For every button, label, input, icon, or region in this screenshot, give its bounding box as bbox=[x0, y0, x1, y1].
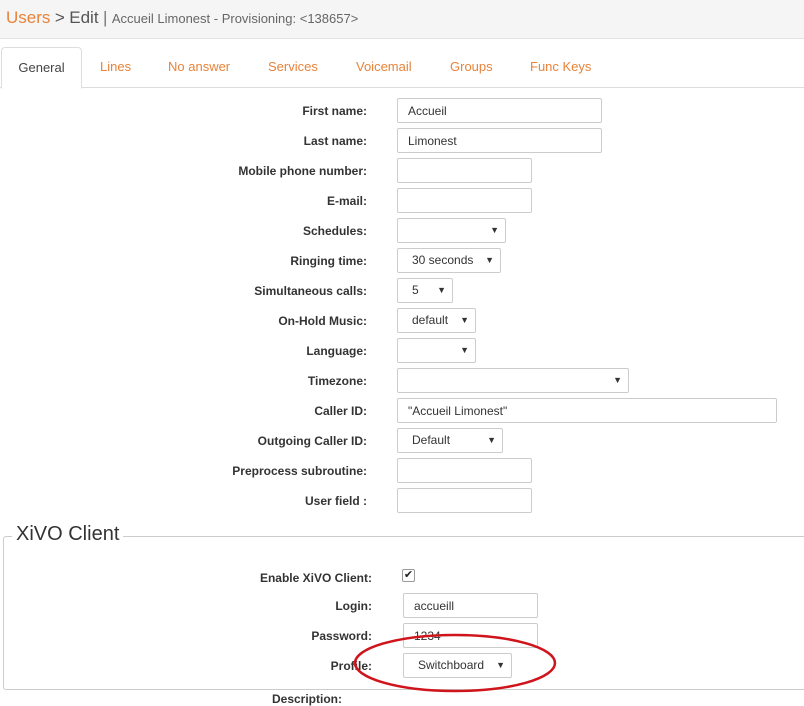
page-subtitle: Accueil Limonest - Provisioning: <138657… bbox=[111, 11, 359, 26]
ringing-time-label: Ringing time: bbox=[290, 254, 367, 268]
email-label: E-mail: bbox=[326, 194, 367, 208]
dropdown-caret-icon: ▼ bbox=[460, 315, 469, 325]
last-name-input[interactable] bbox=[397, 128, 602, 153]
mobile-input[interactable] bbox=[397, 158, 532, 183]
simultaneous-calls-value: 5 bbox=[412, 283, 419, 297]
first-name-label: First name: bbox=[302, 104, 367, 118]
tab-services[interactable]: Services bbox=[268, 47, 318, 88]
dropdown-caret-icon: ▼ bbox=[460, 345, 469, 355]
description-label: Description: bbox=[271, 692, 342, 706]
enable-client-checkbox[interactable]: ✔ bbox=[402, 569, 415, 582]
user-field-input[interactable] bbox=[397, 488, 532, 513]
dropdown-caret-icon: ▼ bbox=[490, 225, 499, 235]
breadcrumb-users-link[interactable]: Users bbox=[6, 8, 50, 27]
breadcrumb-pipe: | bbox=[103, 8, 108, 27]
tab-voicemail[interactable]: Voicemail bbox=[356, 47, 412, 88]
language-label: Language: bbox=[306, 344, 367, 358]
last-name-label: Last name: bbox=[303, 134, 367, 148]
language-select[interactable]: ▼ bbox=[397, 338, 476, 363]
preprocess-label: Preprocess subroutine: bbox=[232, 464, 367, 478]
checkmark-icon: ✔ bbox=[403, 569, 414, 581]
preprocess-input[interactable] bbox=[397, 458, 532, 483]
schedules-label: Schedules: bbox=[302, 224, 367, 238]
page-header: Users > Edit | Accueil Limonest - Provis… bbox=[0, 0, 804, 39]
schedules-select[interactable]: ▼ bbox=[397, 218, 506, 243]
mobile-label: Mobile phone number: bbox=[238, 164, 367, 178]
enable-client-label: Enable XiVO Client: bbox=[259, 571, 372, 585]
password-input[interactable] bbox=[403, 623, 538, 648]
dropdown-caret-icon: ▼ bbox=[437, 285, 446, 295]
outgoing-caller-id-select[interactable]: Default ▼ bbox=[397, 428, 503, 453]
timezone-label: Timezone: bbox=[307, 374, 367, 388]
dropdown-caret-icon: ▼ bbox=[613, 375, 622, 385]
simultaneous-calls-select[interactable]: 5 ▼ bbox=[397, 278, 453, 303]
password-label: Password: bbox=[311, 629, 372, 643]
dropdown-caret-icon: ▼ bbox=[496, 660, 505, 670]
tab-no-answer[interactable]: No answer bbox=[168, 47, 230, 88]
simultaneous-calls-label: Simultaneous calls: bbox=[254, 284, 367, 298]
outgoing-caller-id-value: Default bbox=[412, 433, 451, 447]
breadcrumb: Users > Edit | Accueil Limonest - Provis… bbox=[6, 8, 358, 28]
user-field-label: User field : bbox=[304, 494, 367, 508]
first-name-input[interactable] bbox=[397, 98, 602, 123]
xivo-client-legend: XiVO Client bbox=[12, 523, 124, 546]
breadcrumb-separator: > bbox=[54, 8, 65, 27]
login-label: Login: bbox=[335, 599, 372, 613]
tab-groups[interactable]: Groups bbox=[450, 47, 493, 88]
tab-func-keys[interactable]: Func Keys bbox=[530, 47, 591, 88]
email-input[interactable] bbox=[397, 188, 532, 213]
profile-select[interactable]: Switchboard ▼ bbox=[403, 653, 512, 678]
outgoing-caller-id-label: Outgoing Caller ID: bbox=[257, 434, 367, 448]
ringing-time-select[interactable]: 30 seconds ▼ bbox=[397, 248, 501, 273]
dropdown-caret-icon: ▼ bbox=[485, 255, 494, 265]
breadcrumb-current: Edit bbox=[69, 8, 99, 27]
dropdown-caret-icon: ▼ bbox=[487, 435, 496, 445]
tab-lines[interactable]: Lines bbox=[100, 47, 131, 88]
caller-id-label: Caller ID: bbox=[314, 404, 367, 418]
profile-label: Profile: bbox=[330, 659, 372, 673]
onhold-music-select[interactable]: default ▼ bbox=[397, 308, 476, 333]
ringing-time-value: 30 seconds bbox=[412, 253, 474, 267]
onhold-music-label: On-Hold Music: bbox=[278, 314, 367, 328]
onhold-music-value: default bbox=[412, 313, 449, 327]
tab-bar: General Lines No answer Services Voicema… bbox=[0, 47, 804, 89]
tab-general[interactable]: General bbox=[1, 47, 82, 89]
profile-value: Switchboard bbox=[418, 658, 485, 672]
timezone-select[interactable]: ▼ bbox=[397, 368, 629, 393]
caller-id-input[interactable] bbox=[397, 398, 777, 423]
login-input[interactable] bbox=[403, 593, 538, 618]
